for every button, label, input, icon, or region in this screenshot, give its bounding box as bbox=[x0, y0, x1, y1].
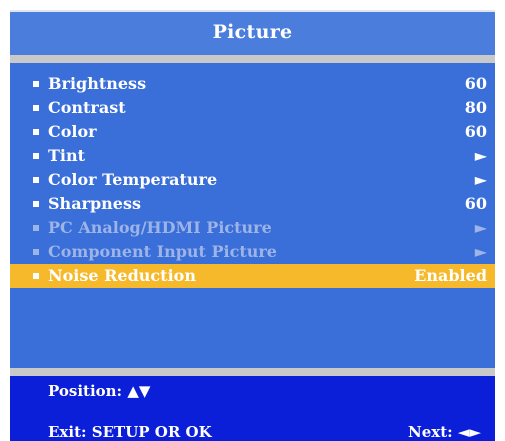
submenu-arrow-icon: ► bbox=[474, 146, 487, 165]
menu-item-label: Color Temperature bbox=[48, 170, 218, 189]
menu-item-pc-analog-hdmi-picture: PC Analog/HDMI Picture ► bbox=[10, 216, 495, 240]
bullet-icon bbox=[33, 273, 39, 279]
menu-item-value: Enabled bbox=[414, 266, 487, 285]
menu-item-label: Noise Reduction bbox=[48, 266, 196, 285]
menu-item-value: 60 bbox=[464, 74, 487, 93]
menu-item-color[interactable]: Color 60 bbox=[10, 120, 495, 144]
menu-item-label: Sharpness bbox=[48, 194, 141, 213]
menu-item-tint[interactable]: Tint ► bbox=[10, 144, 495, 168]
menu-item-sharpness[interactable]: Sharpness 60 bbox=[10, 192, 495, 216]
bullet-icon bbox=[33, 177, 39, 183]
menu-item-label: PC Analog/HDMI Picture bbox=[48, 218, 272, 237]
submenu-arrow-icon: ► bbox=[474, 242, 487, 261]
menu-item-contrast[interactable]: Contrast 80 bbox=[10, 96, 495, 120]
bullet-icon bbox=[33, 129, 39, 135]
position-hint: Position: ▲▼ bbox=[48, 382, 151, 400]
menu-item-value: 80 bbox=[464, 98, 487, 117]
menu-item-value: 60 bbox=[464, 194, 487, 213]
bullet-icon bbox=[33, 105, 39, 111]
help-footer: Position: ▲▼ Exit: SETUP OR OK Next: ◄► bbox=[10, 376, 495, 441]
menu-item-value: 60 bbox=[464, 122, 487, 141]
menu-item-label: Tint bbox=[48, 146, 86, 165]
bottom-divider bbox=[10, 368, 495, 376]
menu-item-color-temperature[interactable]: Color Temperature ► bbox=[10, 168, 495, 192]
submenu-arrow-icon: ► bbox=[474, 218, 487, 237]
menu-item-noise-reduction[interactable]: Noise Reduction Enabled bbox=[10, 264, 495, 288]
bullet-icon bbox=[33, 249, 39, 255]
picture-osd-menu: Picture Brightness 60 Contrast 80 Color … bbox=[10, 10, 495, 441]
menu-list: Brightness 60 Contrast 80 Color 60 Tint … bbox=[10, 72, 495, 288]
bullet-icon bbox=[33, 153, 39, 159]
bullet-icon bbox=[33, 225, 39, 231]
bullet-icon bbox=[33, 81, 39, 87]
menu-item-label: Contrast bbox=[48, 98, 126, 117]
submenu-arrow-icon: ► bbox=[474, 170, 487, 189]
top-divider bbox=[10, 55, 495, 63]
title-bar: Picture bbox=[10, 10, 495, 55]
menu-item-brightness[interactable]: Brightness 60 bbox=[10, 72, 495, 96]
menu-item-label: Color bbox=[48, 122, 97, 141]
menu-title: Picture bbox=[212, 21, 293, 43]
exit-hint: Exit: SETUP OR OK bbox=[48, 423, 212, 441]
next-hint: Next: ◄► bbox=[408, 423, 481, 441]
menu-item-component-input-picture: Component Input Picture ► bbox=[10, 240, 495, 264]
menu-item-label: Brightness bbox=[48, 74, 147, 93]
menu-item-label: Component Input Picture bbox=[48, 242, 277, 261]
bullet-icon bbox=[33, 201, 39, 207]
